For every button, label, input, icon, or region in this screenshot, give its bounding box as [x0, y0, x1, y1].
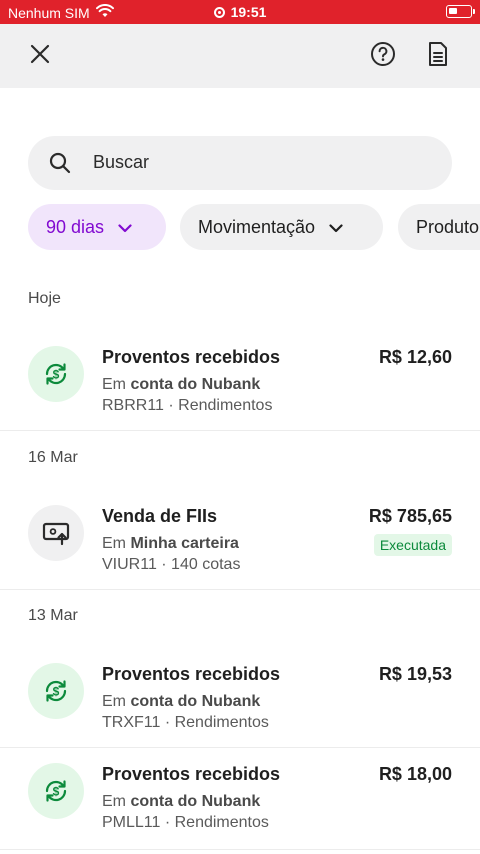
- transaction-title: Proventos recebidos: [102, 664, 281, 684]
- filter-period-chip[interactable]: 90 dias: [28, 204, 166, 250]
- account-prefix: Em: [102, 793, 126, 810]
- transaction-account: Em Minha carteira: [102, 535, 239, 553]
- transaction-detail: RBRR11 · Rendimentos: [102, 397, 273, 414]
- transaction-account: Em conta do Nubank: [102, 693, 260, 711]
- close-button[interactable]: [22, 38, 58, 74]
- filter-product-chip[interactable]: Produto: [398, 204, 480, 250]
- transaction-row[interactable]: $ Proventos recebidos Em conta do Nubank…: [0, 748, 480, 848]
- account-prefix: Em: [102, 535, 126, 552]
- account-name: conta do Nubank: [130, 793, 261, 810]
- chevron-down-icon: [329, 217, 343, 238]
- statement-button[interactable]: [420, 38, 456, 74]
- svg-text:$: $: [53, 685, 60, 699]
- date-header: 16 Mar: [28, 449, 78, 466]
- battery-icon: [446, 5, 475, 18]
- account-name: conta do Nubank: [130, 376, 261, 393]
- account-name: conta do Nubank: [130, 693, 261, 710]
- filter-movement-chip[interactable]: Movimentação: [180, 204, 383, 250]
- sell-screen-icon: [28, 505, 84, 561]
- divider: [0, 849, 480, 850]
- transaction-title: Venda de FIIs: [102, 506, 218, 526]
- search-placeholder: Buscar: [93, 152, 150, 172]
- dollar-cycle-icon: $: [28, 346, 84, 402]
- transaction-account: Em conta do Nubank: [102, 793, 260, 811]
- filter-product-label: Produto: [416, 216, 480, 237]
- status-badge: Executada: [373, 534, 452, 556]
- dollar-cycle-icon: $: [28, 663, 84, 719]
- transaction-amount: R$ 18,00: [378, 764, 452, 784]
- transaction-row[interactable]: $ Proventos recebidos Em conta do Nubank…: [0, 647, 480, 747]
- search-icon: [48, 151, 72, 180]
- filter-chips: 90 dias Movimentação Produto: [0, 204, 480, 252]
- date-header: 13 Mar: [28, 607, 78, 624]
- status-bar: Nenhum SIM 19:51: [0, 0, 480, 24]
- transaction-row[interactable]: Venda de FIIs Em Minha carteira VIUR11 ·…: [0, 489, 480, 589]
- account-prefix: Em: [102, 376, 126, 393]
- divider: [0, 589, 480, 590]
- filter-movement-label: Movimentação: [198, 216, 316, 237]
- transaction-detail: PMLL11 · Rendimentos: [102, 814, 269, 831]
- clock: 19:51: [0, 4, 480, 20]
- help-circle-icon: [370, 41, 396, 72]
- svg-text:$: $: [53, 785, 60, 799]
- divider: [0, 430, 480, 431]
- account-prefix: Em: [102, 693, 126, 710]
- transaction-title: Proventos recebidos: [102, 764, 281, 784]
- transaction-amount: R$ 12,60: [378, 347, 452, 367]
- help-button[interactable]: [365, 38, 401, 74]
- date-header: Hoje: [28, 290, 61, 307]
- transaction-amount: R$ 785,65: [368, 506, 452, 526]
- close-icon: [29, 43, 51, 70]
- screen-record-icon: [213, 7, 225, 18]
- transaction-row[interactable]: $ Proventos recebidos Em conta do Nubank…: [0, 330, 480, 430]
- transaction-title: Proventos recebidos: [102, 347, 281, 367]
- chevron-down-icon: [118, 217, 132, 238]
- transaction-detail: VIUR11 · 140 cotas: [102, 556, 241, 573]
- top-app-bar: [0, 24, 480, 88]
- dollar-cycle-icon: $: [28, 763, 84, 819]
- transaction-detail: TRXF11 · Rendimentos: [102, 714, 269, 731]
- svg-text:$: $: [53, 368, 60, 382]
- transaction-account: Em conta do Nubank: [102, 376, 260, 394]
- account-name: Minha carteira: [130, 535, 239, 552]
- search-input[interactable]: Buscar: [28, 136, 452, 190]
- time-label: 19:51: [230, 4, 267, 20]
- document-icon: [427, 41, 449, 72]
- filter-period-label: 90 dias: [46, 216, 105, 237]
- transaction-amount: R$ 19,53: [378, 664, 452, 684]
